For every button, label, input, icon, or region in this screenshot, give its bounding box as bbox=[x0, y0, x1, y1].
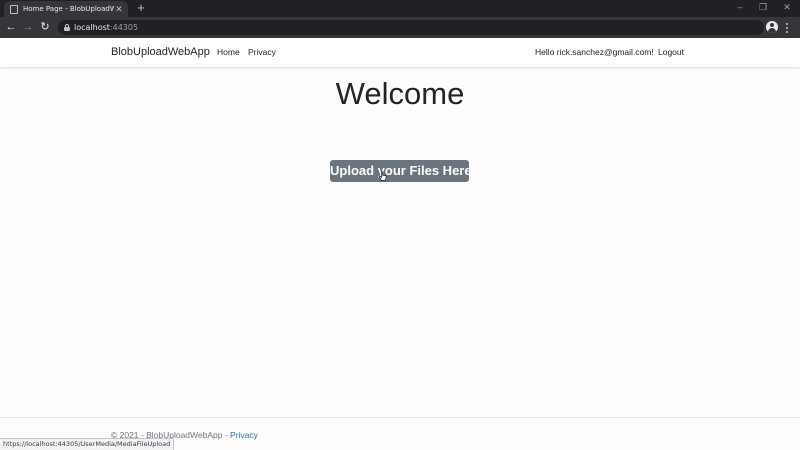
window-close-icon[interactable]: ✕ bbox=[780, 2, 794, 12]
profile-avatar-icon[interactable] bbox=[766, 21, 778, 33]
url-host: localhost bbox=[74, 23, 110, 32]
upload-files-button[interactable]: Upload your Files Here bbox=[330, 160, 472, 182]
logout-button[interactable]: Logout bbox=[658, 47, 684, 57]
url-port: :44305 bbox=[109, 23, 139, 32]
web-page: BlobUploadWebApp Home Privacy Hello rick… bbox=[0, 38, 800, 450]
tab-close-icon[interactable]: ✕ bbox=[114, 4, 124, 14]
nav-link-privacy[interactable]: Privacy bbox=[248, 47, 276, 57]
nav-link-home[interactable]: Home bbox=[217, 47, 240, 57]
browser-tab-strip: Home Page - BlobUploadWebApp ✕ + – ❐ ✕ bbox=[0, 0, 800, 17]
lock-icon[interactable] bbox=[64, 24, 70, 31]
forward-icon[interactable]: → bbox=[21, 21, 35, 34]
link-status-bubble: https://localhost:44305/UserMedia/MediaF… bbox=[0, 438, 175, 450]
browser-tab[interactable]: Home Page - BlobUploadWebApp ✕ bbox=[4, 1, 128, 17]
minimize-icon[interactable]: – bbox=[733, 2, 747, 12]
restore-icon[interactable]: ❐ bbox=[756, 2, 770, 12]
browser-menu-icon[interactable] bbox=[784, 21, 790, 34]
browser-toolbar: ← → ↻ localhost:44305 ☆ bbox=[0, 17, 800, 38]
new-tab-icon[interactable]: + bbox=[134, 1, 148, 15]
site-navbar: BlobUploadWebApp Home Privacy Hello rick… bbox=[0, 38, 800, 68]
back-icon[interactable]: ← bbox=[4, 21, 18, 34]
hand-pointer-cursor-icon bbox=[379, 171, 387, 181]
page-title: Welcome bbox=[335, 76, 465, 111]
reload-icon[interactable]: ↻ bbox=[38, 21, 52, 34]
site-brand-link[interactable]: BlobUploadWebApp bbox=[111, 46, 210, 58]
address-bar[interactable]: localhost:44305 ☆ bbox=[58, 20, 764, 35]
user-greeting-link[interactable]: Hello rick.sanchez@gmail.com! bbox=[535, 47, 654, 57]
tab-title: Home Page - BlobUploadWebApp bbox=[23, 5, 114, 13]
address-url: localhost:44305 bbox=[74, 22, 138, 33]
footer-privacy-link[interactable]: Privacy bbox=[230, 430, 258, 440]
page-favicon-icon bbox=[10, 4, 18, 14]
